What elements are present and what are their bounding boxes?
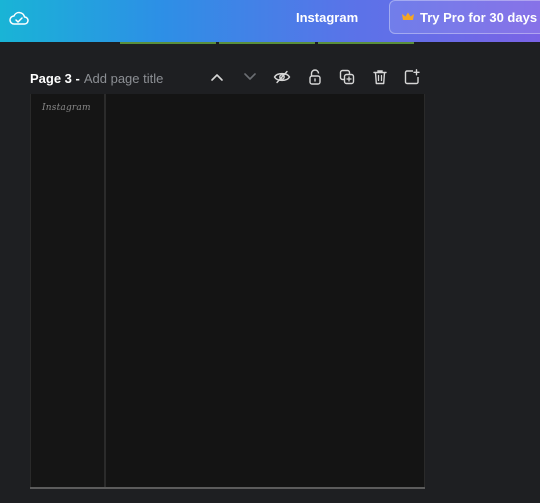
page-thumbnail-strip	[318, 42, 414, 44]
trash-icon[interactable]	[370, 67, 390, 87]
hide-icon[interactable]	[272, 67, 292, 87]
lock-icon[interactable]	[305, 67, 325, 87]
instagram-brand-text: Instagram	[42, 103, 91, 113]
chevron-up-icon[interactable]	[207, 67, 227, 87]
try-pro-button[interactable]: Try Pro for 30 days	[389, 0, 540, 34]
canvas-left-column: Instagram	[31, 94, 106, 488]
add-page-icon[interactable]	[402, 67, 422, 87]
canvas-bottom-edge	[30, 487, 425, 489]
try-pro-label: Try Pro for 30 days	[420, 9, 538, 25]
design-name[interactable]: Instagram	[296, 9, 358, 27]
page-header: Page 3 - Add page title	[30, 68, 163, 88]
chevron-down-icon[interactable]	[240, 67, 260, 87]
crown-icon	[402, 12, 414, 22]
page-thumbnail-strip	[219, 42, 315, 44]
top-bar: Instagram Try Pro for 30 days	[0, 0, 540, 42]
design-canvas[interactable]: Instagram	[30, 94, 425, 488]
cloud-saved-icon[interactable]	[8, 7, 30, 29]
page-number-label: Page 3 -	[30, 70, 80, 86]
duplicate-icon[interactable]	[337, 67, 357, 87]
page-thumbnail-strip	[120, 42, 216, 44]
page-title-input[interactable]: Add page title	[84, 71, 164, 86]
